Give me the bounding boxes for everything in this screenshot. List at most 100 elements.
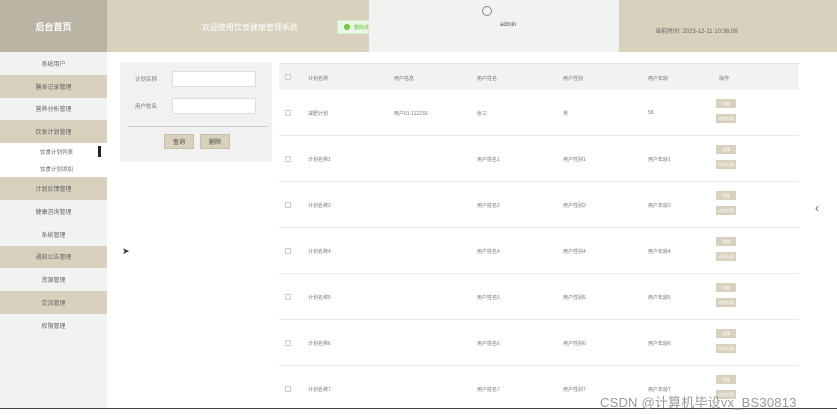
user-age-cell: 58 xyxy=(648,110,654,116)
time-value: 2023-12-11 10:36:08 xyxy=(682,29,738,35)
sidebar-item-label: 饮食计划添加 xyxy=(40,166,74,173)
user-name-cell: 用户姓名2 xyxy=(477,203,500,209)
user-name-cell: 用户姓名1 xyxy=(477,157,500,163)
table-row: 计划名称5 用户姓名5 用户性别5 用户年龄5 详情 计划反馈 xyxy=(279,274,799,320)
plan-name-cell: 计划名称4 xyxy=(308,249,331,255)
sidebar-item-label: 通知公告管理 xyxy=(35,255,72,262)
delete-button[interactable]: 删除 xyxy=(200,134,230,149)
welcome-title: 欢迎使用饮食健康管理系统 xyxy=(202,23,298,32)
col-user-name: 用户姓名 xyxy=(477,76,498,82)
table-row: 计划名称1 用户姓名1 用户性别1 用户年龄1 详情 计划反馈 xyxy=(279,136,799,182)
feedback-button[interactable]: 计划反馈 xyxy=(716,344,736,353)
active-indicator xyxy=(98,146,101,158)
user-gender-cell: 用户性别5 xyxy=(563,295,586,301)
row-checkbox[interactable] xyxy=(285,156,291,162)
user-name-cell: 用户姓名5 xyxy=(477,295,500,301)
col-user-gender: 用户性别 xyxy=(563,76,584,82)
watermark: CSDN @计算机毕设vx_BS30813 xyxy=(600,395,797,410)
plan-name-input[interactable] xyxy=(172,71,256,87)
search-panel: 计划名称 用户姓名 查询 删除 xyxy=(120,62,272,162)
plan-name-cell: 计划名称2 xyxy=(308,203,331,209)
check-icon: ✓ xyxy=(344,24,350,30)
feedback-button[interactable]: 计划反馈 xyxy=(716,206,736,215)
chevron-left-icon[interactable]: ‹ xyxy=(815,201,819,215)
table-row: 计划名称2 用户姓名2 用户性别2 用户年龄2 详情 计划反馈 xyxy=(279,182,799,228)
sidebar-item-label: 资源管理 xyxy=(41,278,66,285)
feedback-button[interactable]: 计划反馈 xyxy=(716,160,736,169)
detail-button[interactable]: 详情 xyxy=(716,237,736,246)
table-row: 计划名称6 用户姓名6 用户性别6 用户年龄6 详情 计划反馈 xyxy=(279,320,799,366)
detail-button[interactable]: 详情 xyxy=(716,375,736,384)
user-name-cell: 用户姓名6 xyxy=(477,341,500,347)
home-logo[interactable]: 后台首页 xyxy=(0,0,107,52)
feedback-button[interactable]: 计划反馈 xyxy=(716,114,736,123)
sidebar-item[interactable]: 饮食计划列表 xyxy=(0,143,107,161)
row-checkbox[interactable] xyxy=(285,340,291,346)
plan-name-cell: 计划名称7 xyxy=(308,387,331,393)
user-gender-cell: 用户性别1 xyxy=(563,157,586,163)
detail-button[interactable]: 详情 xyxy=(716,329,736,338)
sidebar-item[interactable]: 交流管理 xyxy=(0,291,107,314)
sidebar-item[interactable]: 计划反馈管理 xyxy=(0,177,107,200)
feedback-button[interactable]: 计划反馈 xyxy=(716,298,736,307)
user-age-cell: 用户年龄2 xyxy=(648,203,671,209)
user-gender-cell: 男 xyxy=(563,111,569,117)
sidebar-item-label: 饮食计划列表 xyxy=(40,149,74,156)
header: 后台首页 欢迎使用饮食健康管理系统 ✓ 删除成功 admin 当前时间: 202… xyxy=(0,0,837,52)
sidebar-item[interactable]: 系统管理 xyxy=(0,223,107,246)
col-user-info: 用户信息 xyxy=(394,76,415,82)
sidebar-item-label: 饮食计划管理 xyxy=(35,130,72,137)
row-checkbox[interactable] xyxy=(285,110,291,116)
sidebar-item[interactable]: 系统用户 xyxy=(0,52,107,75)
detail-button[interactable]: 详情 xyxy=(716,99,736,108)
user-box[interactable]: admin xyxy=(369,0,619,52)
mouse-cursor-icon: ➤ xyxy=(122,246,130,256)
row-checkbox[interactable] xyxy=(285,248,291,254)
plan-table: 计划名称 用户信息 用户姓名 用户性别 用户年龄 操作 减肥计划 用户01-112… xyxy=(279,63,799,415)
user-avatar-icon xyxy=(482,6,492,16)
user-gender-cell: 用户性别6 xyxy=(563,341,586,347)
detail-button[interactable]: 详情 xyxy=(716,145,736,154)
sidebar-item-label: 计划反馈管理 xyxy=(35,187,72,194)
sidebar-item-label: 交流管理 xyxy=(41,301,66,308)
table-row: 减肥计划 用户01-112233 张三 男 58 详情 计划反馈 xyxy=(279,90,799,136)
plan-name-label: 计划名称 xyxy=(135,77,158,83)
user-age-cell: 用户年龄4 xyxy=(648,249,671,255)
user-name-label: 用户姓名 xyxy=(135,104,158,110)
detail-button[interactable]: 详情 xyxy=(716,283,736,292)
row-checkbox[interactable] xyxy=(285,202,291,208)
sidebar-item[interactable]: 健康咨询管理 xyxy=(0,200,107,223)
row-checkbox[interactable] xyxy=(285,386,291,392)
sidebar-item-label: 膳食记录管理 xyxy=(35,84,72,91)
sidebar-item[interactable]: 通知公告管理 xyxy=(0,245,107,269)
select-all-checkbox[interactable] xyxy=(285,74,291,80)
sidebar-item[interactable]: 饮食计划管理 xyxy=(0,120,107,144)
query-button[interactable]: 查询 xyxy=(164,134,194,149)
user-name-cell: 张三 xyxy=(477,111,488,117)
user-gender-cell: 用户性别4 xyxy=(563,249,586,255)
header-main: 欢迎使用饮食健康管理系统 ✓ 删除成功 admin 当前时间: 2023-12-… xyxy=(107,0,837,52)
sidebar-item[interactable]: 饮食计划添加 xyxy=(0,160,107,178)
row-checkbox[interactable] xyxy=(285,294,291,300)
col-plan-name: 计划名称 xyxy=(308,76,329,82)
col-user-age: 用户年龄 xyxy=(648,76,669,82)
sidebar-item[interactable]: 权限管理 xyxy=(0,314,107,337)
sidebar-item-label: 营养分析管理 xyxy=(35,107,72,114)
user-age-cell: 用户年龄1 xyxy=(648,157,671,163)
user-name-cell: 用户姓名7 xyxy=(477,387,500,393)
user-name-input[interactable] xyxy=(172,98,256,114)
divider xyxy=(128,126,268,127)
feedback-button[interactable]: 计划反馈 xyxy=(716,252,736,261)
sidebar-item[interactable]: 膳食记录管理 xyxy=(0,74,107,98)
current-time: 当前时间: 2023-12-11 10:36:08 xyxy=(655,26,738,35)
time-label: 当前时间: xyxy=(655,29,681,35)
user-age-cell: 用户年龄5 xyxy=(648,295,671,301)
user-gender-cell: 用户性别7 xyxy=(563,387,586,393)
detail-button[interactable]: 详情 xyxy=(716,191,736,200)
sidebar-item[interactable]: 资源管理 xyxy=(0,268,107,291)
user-age-cell: 用户年龄6 xyxy=(648,341,671,347)
col-actions: 操作 xyxy=(719,76,730,82)
sidebar-item-label: 系统用户 xyxy=(41,61,66,68)
sidebar-item[interactable]: 营养分析管理 xyxy=(0,98,107,121)
sidebar: 系统用户膳食记录管理 营养分析管理 饮食计划管理饮食计划列表 饮食计划添加计划反馈管理… xyxy=(0,52,107,415)
